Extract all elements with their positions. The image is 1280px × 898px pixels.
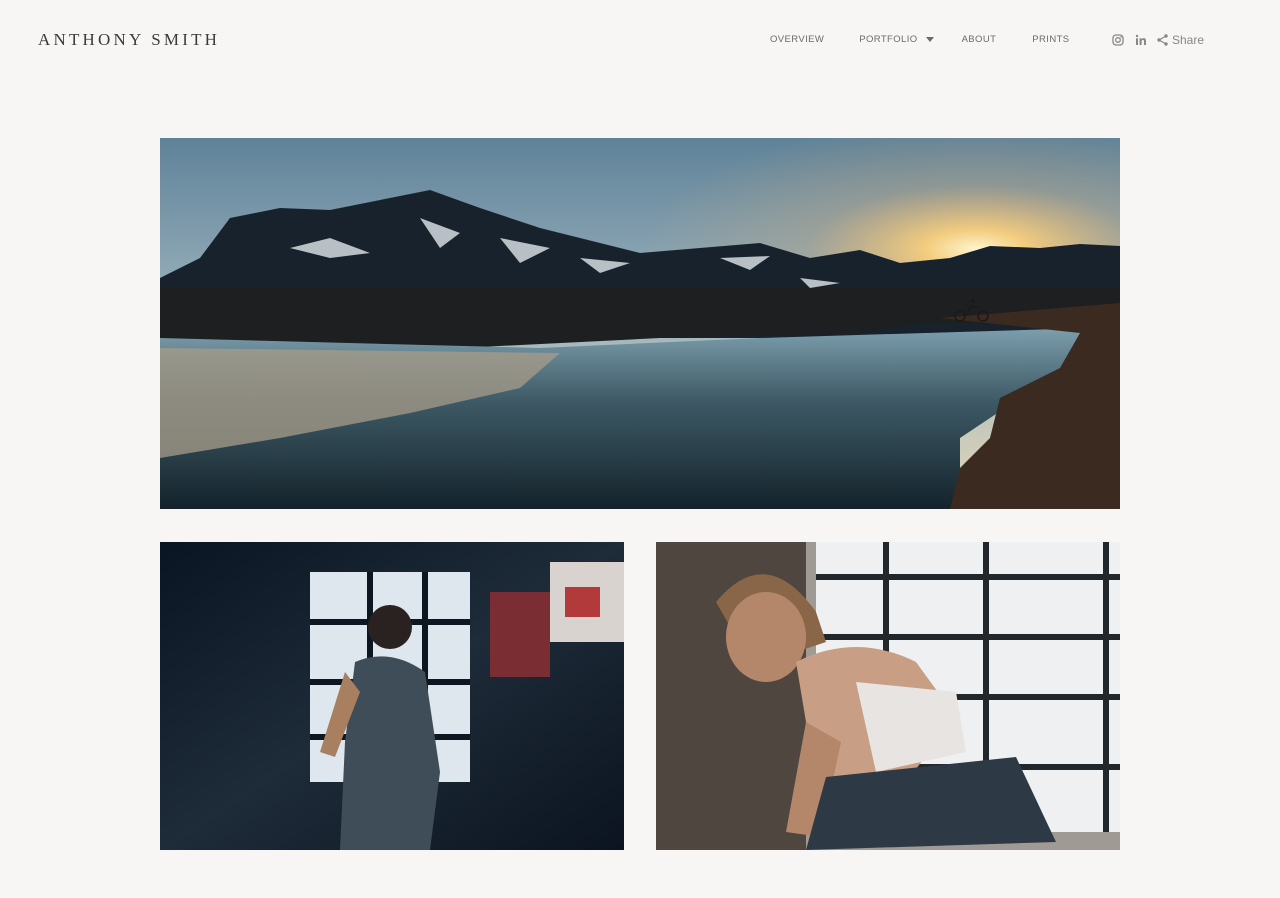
share-label: Share <box>1172 33 1205 47</box>
site-title[interactable]: ANTHONY SMITH <box>38 30 220 50</box>
social-links: Share <box>1112 33 1204 47</box>
share-icon <box>1157 34 1168 46</box>
gallery-photo-gym-resting[interactable] <box>656 542 1120 850</box>
chevron-down-icon <box>925 37 934 42</box>
nav-item-portfolio[interactable]: PORTFOLIO <box>859 34 934 45</box>
gallery-photo-gym-window[interactable] <box>160 542 624 850</box>
gallery-photo-mountain-lake[interactable] <box>160 138 1120 509</box>
instagram-icon[interactable] <box>1112 34 1124 46</box>
mountain-lake-image <box>160 138 1120 509</box>
linkedin-icon[interactable] <box>1135 34 1147 46</box>
main-nav: OVERVIEW PORTFOLIO ABOUT PRINTS <box>770 34 1070 45</box>
gym-resting-image <box>656 542 1120 850</box>
gym-window-image <box>160 542 624 850</box>
nav-item-portfolio-label: PORTFOLIO <box>859 34 918 45</box>
nav-item-prints[interactable]: PRINTS <box>1032 34 1069 45</box>
nav-item-overview[interactable]: OVERVIEW <box>770 34 824 45</box>
nav-item-about[interactable]: ABOUT <box>962 34 997 45</box>
share-button[interactable]: Share <box>1157 33 1204 47</box>
